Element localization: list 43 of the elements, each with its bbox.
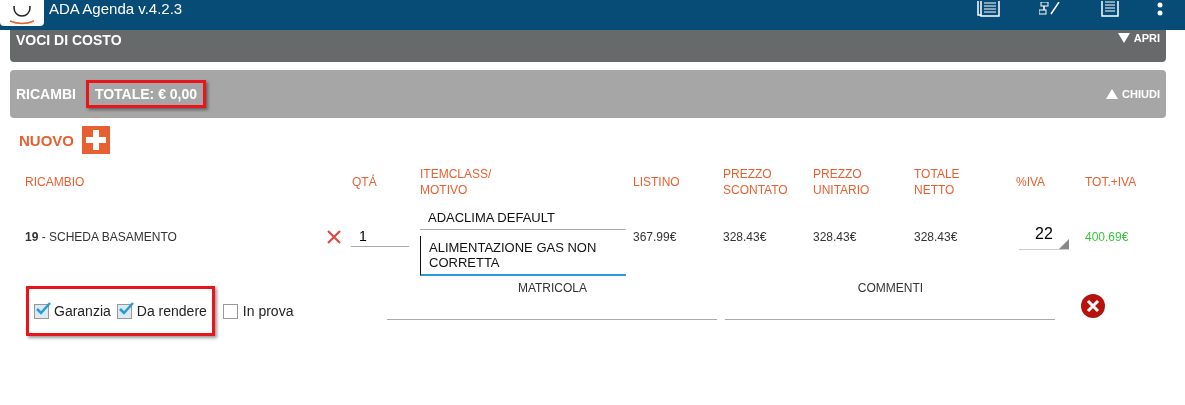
checkmark-icon [117,301,134,316]
column-header: TOT.+IVA [1085,174,1138,191]
toggle-button[interactable]: APRI [1117,32,1160,44]
checkbox[interactable]: In prova [222,303,294,319]
itemclass-field[interactable]: ADACLIMA DEFAULT [420,206,626,230]
checkmark-icon [35,301,51,316]
part-name: 19 - SCHEDA BASAMENTO [25,230,177,244]
checkbox[interactable]: Da rendere [116,303,207,319]
flowchart-pen-icon[interactable] [1039,2,1063,16]
more-options-icon[interactable] [1157,1,1163,17]
caret-down-icon [1117,33,1130,43]
remove-icon[interactable] [1080,293,1107,319]
app-title: ADA Agenda v.4.2.3 [49,0,183,17]
table-cell: 328.43€ [914,230,958,244]
section-total: TOTALE: € 0,00 [85,80,207,108]
section-header[interactable]: VOCI DI COSTO APRI [10,30,1166,62]
plus-icon [82,126,110,154]
column-header: LISTINO [633,174,681,191]
dropdown-corner-icon [1059,238,1069,249]
total-with-vat: 400.69€ [1085,230,1129,244]
table-cell: 328.43€ [723,230,767,244]
column-header: RICAMBIO [25,174,86,191]
quantity-field[interactable]: 1 [351,227,409,247]
vat-dropdown[interactable]: 22 [1019,224,1069,250]
column-header: QTÁ [352,173,378,191]
delete-icon[interactable] [327,230,341,244]
checkbox[interactable]: Garanzia [34,303,111,319]
column-header: PREZZO UNITARIO [813,166,871,198]
section-title: RICAMBI [16,86,76,102]
column-header: ITEMCLASS/ MOTIVO [420,166,493,198]
list-document-icon[interactable] [1101,1,1119,17]
column-header: %IVA [1016,174,1047,191]
app-logo [0,0,44,26]
matricola-field[interactable]: MATRICOLA [387,281,718,320]
caret-up-icon [1106,89,1119,99]
table-cell: 367.99€ [633,230,677,244]
column-header: PREZZO SCONTATO [723,166,789,198]
commenti-field[interactable]: COMMENTI [725,281,1056,320]
documents-icon[interactable] [977,1,1001,17]
table-cell: 328.43€ [813,230,857,244]
motivo-field[interactable]: ALIMENTAZIONE GAS NON CORRETTA [420,236,626,276]
section-title: VOCI DI COSTO [16,32,122,48]
column-header: TOTALE NETTO [914,166,961,198]
